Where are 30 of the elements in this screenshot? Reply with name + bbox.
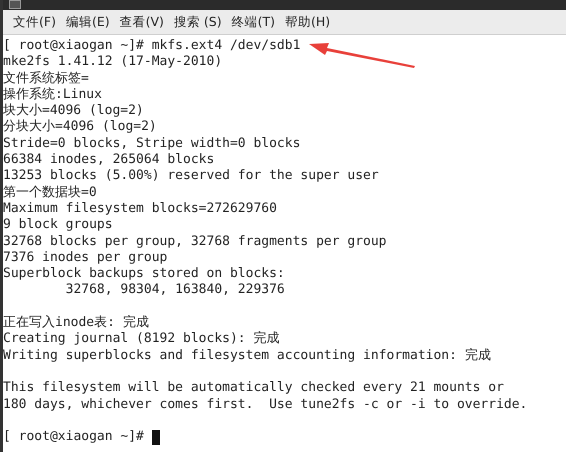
output-line: 66384 inodes, 265064 blocks (3, 152, 214, 168)
output-line: mke2fs 1.41.12 (17-May-2010) (3, 54, 222, 71)
output-line: 第一个数据块=0 (3, 184, 97, 201)
output-line: Creating journal (8192 blocks): 完成 (3, 331, 280, 348)
output-line: 32768, 98304, 163840, 229376 (64, 282, 285, 299)
text-cursor (152, 430, 160, 445)
output-line: Superblock backups stored on blocks: (3, 266, 285, 282)
menu-item[interactable]: 搜索 (S) (170, 14, 229, 30)
output-line: 分块大小=4096 (log=2) (3, 119, 157, 136)
menu-item[interactable]: 终端(T) (228, 14, 282, 30)
shell-prompt: [ root@xiaogan ~]# (3, 429, 145, 446)
output-line: 文件系统标签= (3, 70, 89, 87)
menu-item[interactable]: 文件(F) (10, 14, 63, 30)
output-line: 操作系统:Linux (3, 86, 102, 103)
output-line: 块大小=4096 (log=2) (3, 103, 144, 119)
menu-item[interactable]: 查看(V) (116, 14, 171, 30)
output-line: 正在写入inode表: 完成 (3, 315, 149, 332)
output-line: [ root@xiaogan ~]# mkfs.ext4 /dev/sdb1 (3, 38, 300, 54)
terminal-icon (9, 0, 21, 9)
output-line: Writing superblocks and filesystem accounting information: 完成 (3, 348, 491, 364)
output-line: 9 block groups (3, 217, 113, 234)
output-line: Stride=0 blocks, Stripe width=0 blocks (3, 136, 300, 152)
output-line: 7376 inodes per group (3, 250, 168, 266)
output-line: 32768 blocks per group, 32768 fragments per group (3, 234, 387, 250)
output-line: 13253 blocks (5.00%) reserved for the super user (3, 168, 379, 185)
output-line: Maximum filesystem blocks=272629760 (3, 200, 277, 218)
menu-item[interactable]: 编辑(E) (62, 14, 117, 30)
output-line: This filesystem will be automatically checked every 21 mounts or (3, 380, 504, 397)
output-line: 180 days, whichever comes first. Use tune2fs -c or -i to override. (3, 396, 528, 413)
menu-item[interactable]: 帮助(H) (282, 14, 338, 30)
